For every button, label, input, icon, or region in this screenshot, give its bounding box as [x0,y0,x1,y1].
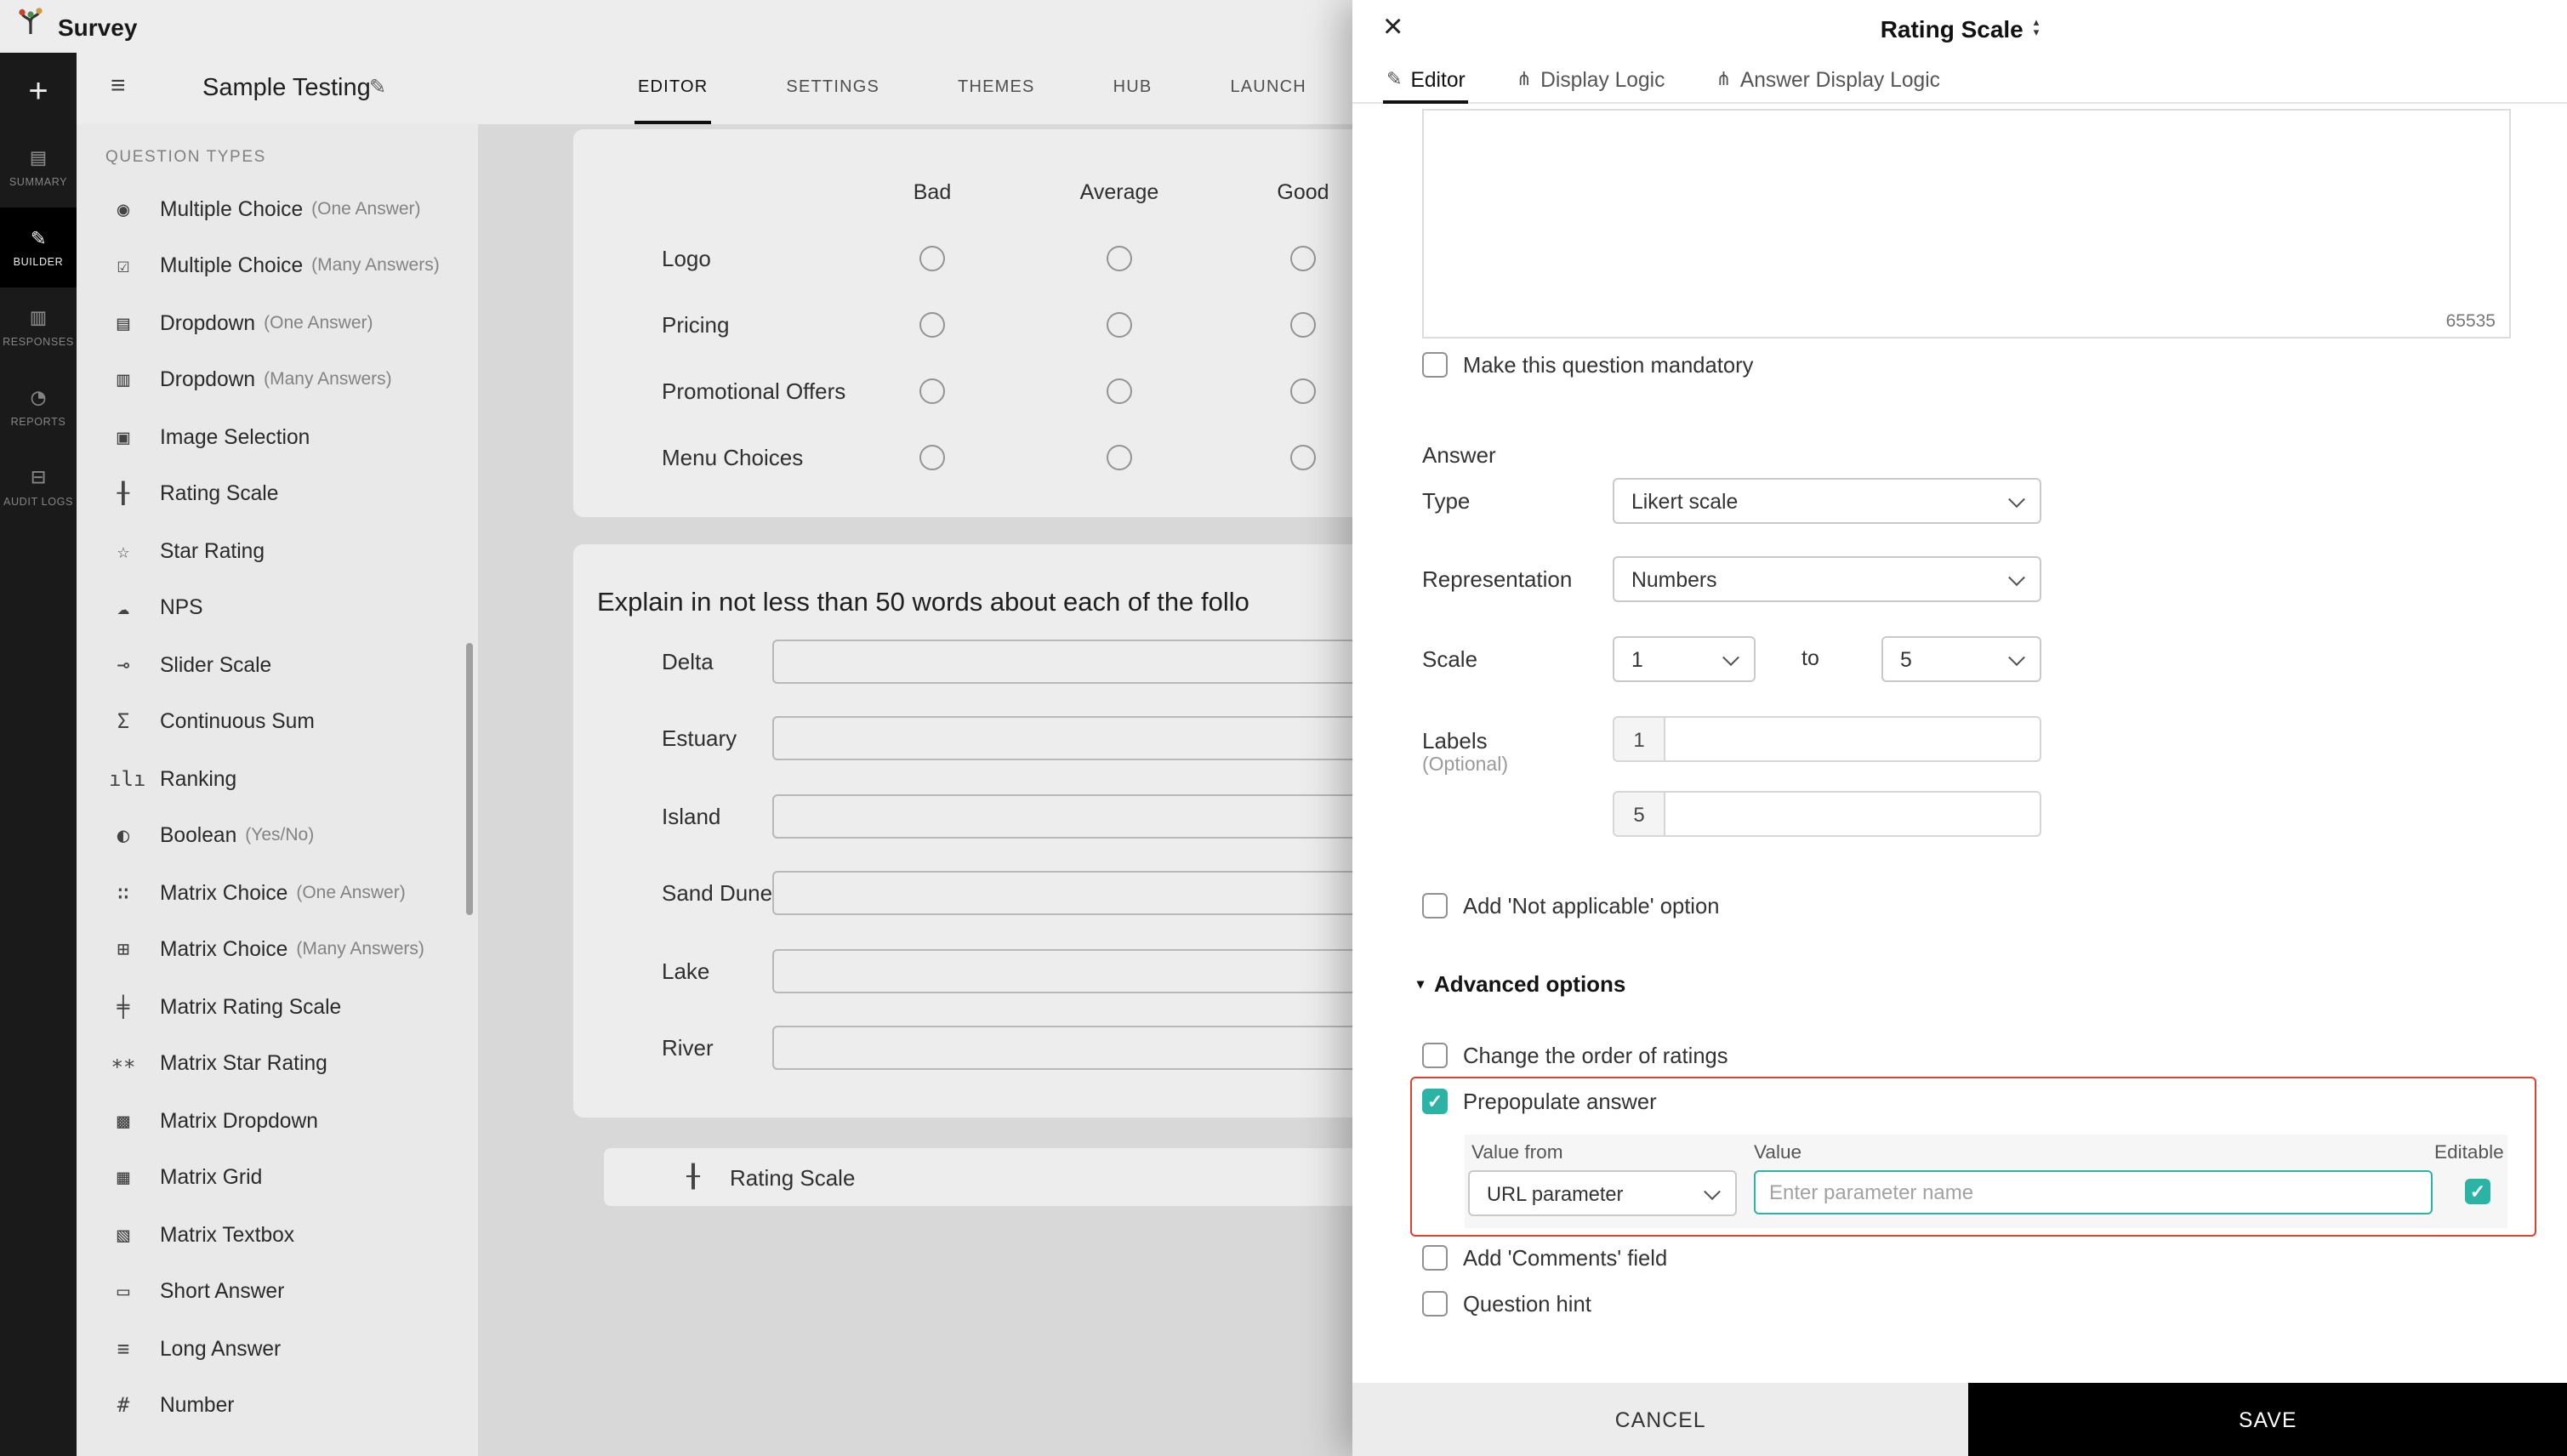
representation-select[interactable]: Numbers [1613,556,2041,602]
label-row: 5 [1613,791,2041,837]
representation-select-value: Numbers [1631,567,1717,591]
type-select[interactable]: Likert scale [1613,478,2041,524]
modal-tabs: ✎ Editor ⋔ Display Logic ⋔ Answer Displa… [1352,56,2567,104]
modal-tab[interactable]: ⋔ Answer Display Logic [1712,56,1944,102]
close-icon[interactable]: × [1383,9,1403,48]
change-order-row: Change the order of ratings [1422,1043,1728,1068]
app-root: Survey + ▤ SUMMARY ✎ BUILDER ▥ RESPONSES… [0,0,2567,1456]
scale-to-value: 5 [1900,647,1912,671]
scale-to-select[interactable]: 5 [1881,636,2041,682]
scale-from-value: 1 [1631,647,1643,671]
prepopulate-config-panel: Value from URL parameter Value Editable [1465,1135,2507,1228]
scale-from-select[interactable]: 1 [1613,636,1756,682]
labels-optional-label: (Optional) [1422,755,1508,776]
modal-body: 65535 Make this question mandatory Answe… [1352,102,2567,1383]
mandatory-checkbox[interactable] [1422,352,1448,378]
type-label: Type [1422,488,1471,514]
mandatory-label: Make this question mandatory [1463,352,1754,378]
modal-tab-label: Display Logic [1540,67,1665,91]
advanced-options-label: Advanced options [1434,971,1626,997]
editable-checkbox[interactable] [2465,1179,2490,1204]
label-row: 1 [1613,716,2041,762]
pencil-icon: ✎ [1386,68,1403,90]
not-applicable-row: Add 'Not applicable' option [1422,893,1719,919]
labels-rows: 1 5 [1613,716,2041,866]
comments-row: Add 'Comments' field [1422,1245,1667,1271]
labels-label: Labels [1422,728,1488,754]
value-from-select[interactable]: URL parameter [1468,1170,1737,1216]
scale-label: Scale [1422,646,1478,672]
representation-label: Representation [1422,566,1573,592]
not-applicable-checkbox[interactable] [1422,893,1448,919]
prepopulate-label: Prepopulate answer [1463,1089,1657,1114]
save-button[interactable]: SAVE [1968,1383,2567,1456]
question-editor-modal: × Rating Scale ▴ ▾ ✎ Editor ⋔ Display Log… [1352,0,2567,1456]
comments-checkbox[interactable] [1422,1245,1448,1271]
question-hint-checkbox[interactable] [1422,1291,1448,1317]
parameter-name-input[interactable] [1754,1170,2433,1214]
question-text-area[interactable]: 65535 [1422,109,2511,338]
type-select-value: Likert scale [1631,489,1739,513]
change-order-label: Change the order of ratings [1463,1043,1728,1068]
modal-footer: CANCEL SAVE [1352,1383,2567,1456]
modal-tab-label: Editor [1410,67,1466,91]
scale-to-word: to [1801,646,1819,670]
value-from-select-value: URL parameter [1487,1181,1624,1205]
comments-label: Add 'Comments' field [1463,1245,1668,1271]
reorder-question-control[interactable]: ▴ ▾ [2034,18,2040,37]
mandatory-row: Make this question mandatory [1422,352,1753,378]
question-hint-label: Question hint [1463,1291,1591,1317]
label-row-input[interactable] [1664,791,2041,837]
editable-label: Editable [2434,1143,2504,1163]
fork-icon: ⋔ [1516,68,1533,90]
modal-title: Rating Scale [1880,14,2023,42]
label-row-prefix: 5 [1613,791,1665,837]
question-hint-row: Question hint [1422,1291,1591,1317]
modal-tab-label: Answer Display Logic [1739,67,1940,91]
prepopulate-checkbox[interactable] [1422,1089,1448,1114]
value-label: Value [1754,1143,1802,1163]
modal-header: Rating Scale ▴ ▾ [1352,0,2567,56]
fork-icon: ⋔ [1716,68,1732,90]
modal-tab[interactable]: ⋔ Display Logic [1513,56,1669,102]
label-row-input[interactable] [1664,716,2041,762]
cancel-button[interactable]: CANCEL [1352,1383,1969,1456]
modal-tab[interactable]: ✎ Editor [1383,56,1470,104]
not-applicable-label: Add 'Not applicable' option [1463,893,1720,919]
value-from-label: Value from [1471,1143,1563,1163]
advanced-options-toggle[interactable]: ▾ Advanced options [1417,971,1625,997]
label-row-prefix: 1 [1613,716,1665,762]
char-count: 65535 [2445,311,2496,332]
change-order-checkbox[interactable] [1422,1043,1448,1068]
answer-section-label: Answer [1422,442,1496,468]
prepopulate-row: Prepopulate answer [1422,1089,1657,1114]
chevron-down-icon: ▾ [1417,976,1425,992]
